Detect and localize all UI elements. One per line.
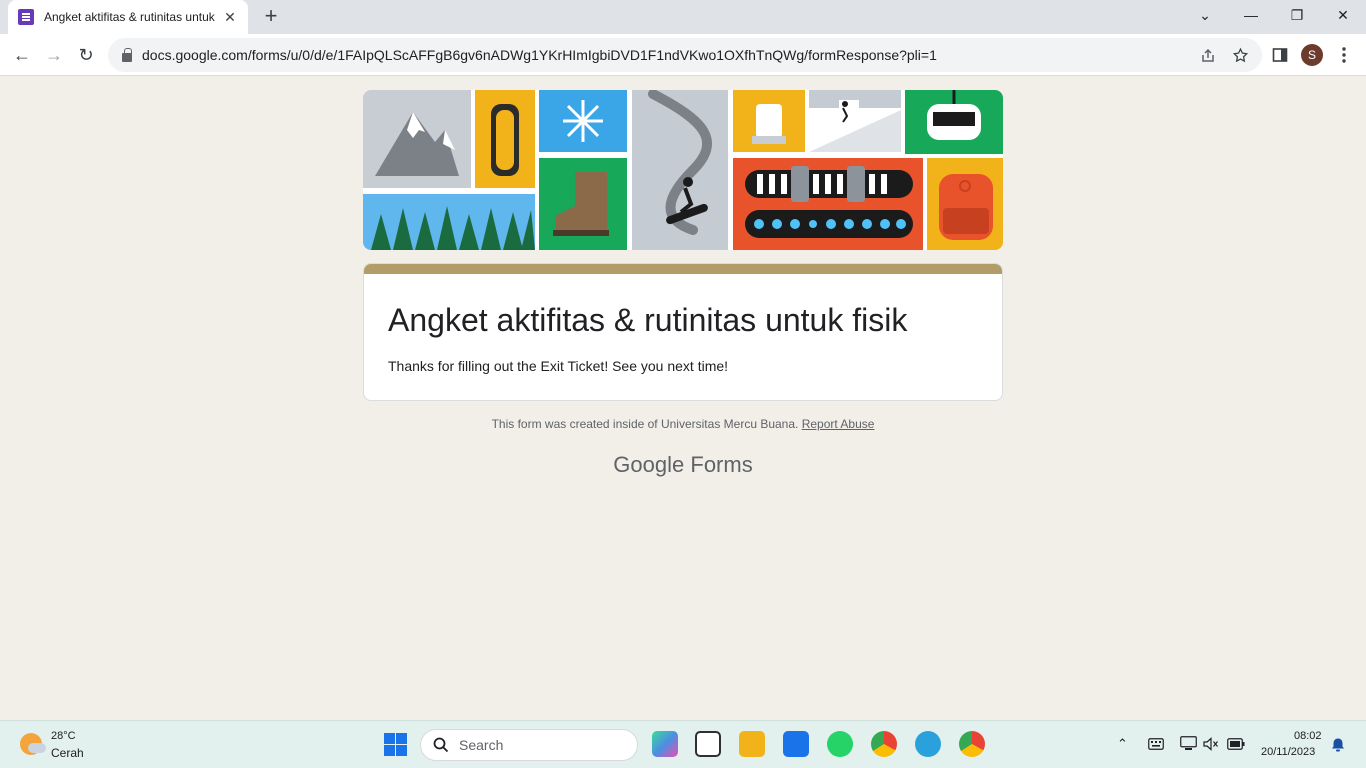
minimize-button[interactable]: — — [1228, 0, 1274, 30]
browser-tab-active[interactable]: Angket aktifitas & rutinitas untuk ✕ — [8, 0, 248, 34]
weather-partly-cloudy-icon[interactable] — [20, 733, 46, 755]
chrome-profile-icon[interactable] — [871, 731, 897, 757]
volume-muted-icon[interactable] — [1203, 737, 1219, 751]
taskbar-search[interactable]: Search — [420, 729, 638, 761]
bookmark-star-icon[interactable] — [1232, 47, 1249, 64]
footer-text: This form was created inside of Universi… — [491, 417, 799, 431]
copilot-icon[interactable] — [652, 731, 678, 757]
form-header-banner — [363, 90, 1003, 250]
tab-search-dropdown-icon[interactable]: ⌄ — [1182, 0, 1228, 30]
show-hidden-icons-chevron-icon[interactable]: ⌃ — [1117, 736, 1128, 752]
new-tab-button[interactable]: + — [258, 4, 284, 30]
address-bar[interactable]: docs.google.com/forms/u/0/d/e/1FAIpQLScA… — [108, 38, 1262, 72]
form-title: Angket aktifitas & rutinitas untuk fisik — [388, 302, 908, 338]
report-abuse-link[interactable]: Report Abuse — [802, 417, 875, 431]
reload-button[interactable]: ↻ — [72, 41, 100, 69]
search-icon — [433, 737, 449, 753]
tab-title: Angket aktifitas & rutinitas untuk — [44, 10, 215, 24]
battery-icon[interactable] — [1227, 738, 1245, 750]
microsoft-store-icon[interactable] — [783, 731, 809, 757]
file-explorer-icon[interactable] — [739, 731, 765, 757]
google-forms-icon — [18, 9, 34, 25]
windows-taskbar: 28°C Cerah Search ⌃ 08:02 20/11/2023 — [0, 720, 1366, 768]
weather-temperature[interactable]: 28°C — [51, 730, 76, 742]
windows-logo-tile — [396, 745, 407, 756]
task-view-icon[interactable] — [695, 731, 721, 757]
winter-sports-illustration — [363, 90, 1003, 250]
profile-avatar[interactable]: S — [1301, 44, 1323, 66]
close-window-button[interactable]: ✕ — [1320, 0, 1366, 30]
form-response-card: Angket aktifitas & rutinitas untuk fisik… — [363, 263, 1003, 401]
side-panel-icon[interactable] — [1272, 47, 1288, 63]
tab-close-icon[interactable]: ✕ — [222, 9, 238, 26]
windows-logo-tile — [396, 733, 407, 744]
tab-strip: Angket aktifitas & rutinitas untuk ✕ + ⌄… — [0, 0, 1366, 34]
forward-button[interactable]: → — [40, 41, 68, 69]
weather-description[interactable]: Cerah — [51, 746, 84, 760]
search-placeholder: Search — [459, 737, 504, 753]
back-button[interactable]: ← — [8, 41, 36, 69]
whatsapp-icon[interactable] — [827, 731, 853, 757]
url-text[interactable]: docs.google.com/forms/u/0/d/e/1FAIpQLScA… — [142, 47, 937, 63]
notification-bell-icon[interactable] — [1331, 737, 1345, 752]
browser-toolbar: ← → ↻ docs.google.com/forms/u/0/d/e/1FAI… — [0, 34, 1366, 76]
clock-date[interactable]: 20/11/2023 — [1261, 746, 1315, 758]
windows-logo-tile — [384, 745, 395, 756]
card-accent-bar — [364, 264, 1002, 274]
lock-icon[interactable] — [122, 47, 132, 62]
share-icon[interactable] — [1200, 48, 1216, 64]
keyboard-icon[interactable] — [1148, 738, 1164, 750]
more-menu-icon[interactable] — [1340, 46, 1348, 64]
windows-logo-tile — [384, 733, 395, 744]
google-forms-logo[interactable]: Google Forms — [363, 452, 1003, 478]
network-icon[interactable] — [1180, 736, 1197, 751]
confirmation-message: Thanks for filling out the Exit Ticket! … — [388, 358, 729, 374]
forms-wordmark: Forms — [690, 452, 753, 477]
restore-button[interactable]: ❐ — [1274, 0, 1320, 30]
telegram-icon[interactable] — [915, 731, 941, 757]
form-footer-note: This form was created inside of Universi… — [363, 417, 1003, 431]
clock-time[interactable]: 08:02 — [1294, 730, 1322, 742]
google-wordmark: Google — [613, 452, 685, 477]
chrome-active-icon[interactable] — [959, 731, 985, 757]
start-button[interactable] — [384, 733, 407, 756]
